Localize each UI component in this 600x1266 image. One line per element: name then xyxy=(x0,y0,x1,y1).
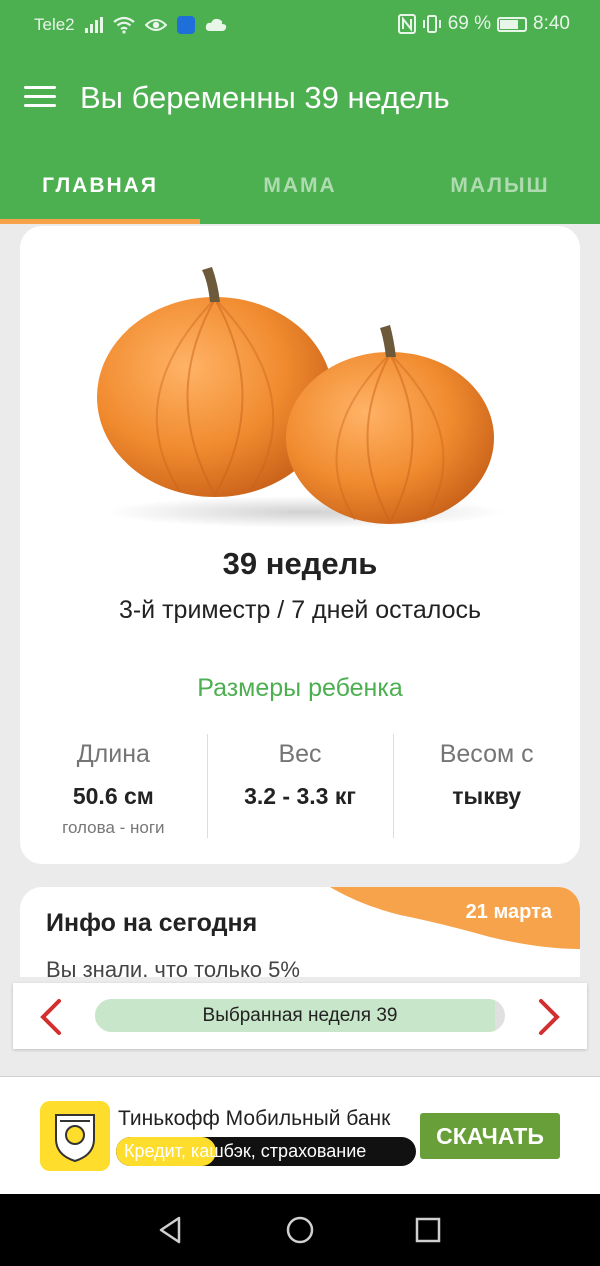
status-left: Tele2 xyxy=(34,15,227,35)
baby-size-heading: Размеры ребенка xyxy=(197,674,403,702)
download-button[interactable]: СКАЧАТЬ xyxy=(420,1113,560,1159)
recents-icon[interactable] xyxy=(412,1214,444,1246)
size-stats: Длина 50.6 см голова - ноги Вес 3.2 - 3.… xyxy=(20,734,580,838)
tab-bar: ГЛАВНАЯ МАМА МАЛЫШ xyxy=(0,146,600,224)
page-title: Вы беременны 39 недель xyxy=(80,80,450,115)
stat-label: Длина xyxy=(76,740,150,768)
ad-subtitle-pill: Кредит, кашбэк, страхование xyxy=(116,1137,416,1166)
tab-baby[interactable]: МАЛЫШ xyxy=(400,146,600,224)
stat-note: голова - ноги xyxy=(62,818,165,837)
cloud-icon xyxy=(205,18,226,31)
selected-week-label: Выбранная неделя 39 xyxy=(202,1005,398,1026)
signal-icon xyxy=(84,17,103,33)
info-today-card[interactable]: 21 марта Инфо на сегодня Вы знали, что т… xyxy=(20,887,580,977)
back-icon[interactable] xyxy=(155,1214,187,1246)
hamburger-menu-icon[interactable] xyxy=(24,86,56,108)
pumpkins-image xyxy=(97,267,505,528)
stat-weight: Вес 3.2 - 3.3 кг xyxy=(206,734,394,838)
carrier-label: Tele2 xyxy=(34,15,75,34)
stat-label: Весом с xyxy=(439,740,534,768)
tab-main[interactable]: ГЛАВНАЯ xyxy=(0,146,200,224)
ad-banner[interactable]: Тинькофф Мобильный банк Кредит, кашбэк, … xyxy=(0,1076,600,1194)
stat-comparison: Весом с тыкву xyxy=(393,734,580,838)
info-title: Инфо на сегодня xyxy=(46,909,258,937)
week-progress-bar[interactable]: Выбранная неделя 39 xyxy=(95,999,505,1032)
stat-value: тыкву xyxy=(452,783,522,809)
app-bar: Вы беременны 39 недель xyxy=(0,52,600,146)
ad-subtitle: Кредит, кашбэк, страхование xyxy=(124,1141,367,1161)
info-date: 21 марта xyxy=(465,901,552,923)
nfc-icon xyxy=(397,14,416,34)
vibrate-icon xyxy=(422,15,441,33)
clock: 8:40 xyxy=(533,13,570,34)
home-icon[interactable] xyxy=(284,1214,316,1246)
tinkoff-logo-icon xyxy=(40,1101,110,1171)
system-nav-bar xyxy=(0,1194,600,1266)
week-subtitle: 3-й триместр / 7 дней осталось xyxy=(118,596,482,624)
week-title: 39 недель xyxy=(222,546,378,581)
week-selector: Выбранная неделя 39 xyxy=(13,983,587,1049)
wifi-icon xyxy=(112,16,135,34)
stat-value: 50.6 см xyxy=(72,783,154,809)
tab-mom[interactable]: МАМА xyxy=(200,146,400,224)
chevron-left-icon[interactable] xyxy=(35,997,67,1037)
chevron-right-icon[interactable] xyxy=(533,997,565,1037)
stat-label: Вес xyxy=(278,740,322,768)
battery-icon xyxy=(497,16,528,32)
info-text: Вы знали, что только 5% xyxy=(46,957,300,977)
eye-icon xyxy=(144,19,167,31)
week-summary-card: 39 недель 3-й триместр / 7 дней осталось… xyxy=(20,226,580,864)
stat-value: 3.2 - 3.3 кг xyxy=(244,783,356,809)
battery-percent: 69 % xyxy=(447,13,492,34)
status-right: 69 % 8:40 xyxy=(397,13,570,35)
shield-icon xyxy=(176,16,195,34)
ad-title: Тинькофф Мобильный банк xyxy=(118,1107,391,1130)
status-bar: Tele2 69 % 8:40 xyxy=(0,0,600,52)
stat-length: Длина 50.6 см голова - ноги xyxy=(20,734,207,838)
